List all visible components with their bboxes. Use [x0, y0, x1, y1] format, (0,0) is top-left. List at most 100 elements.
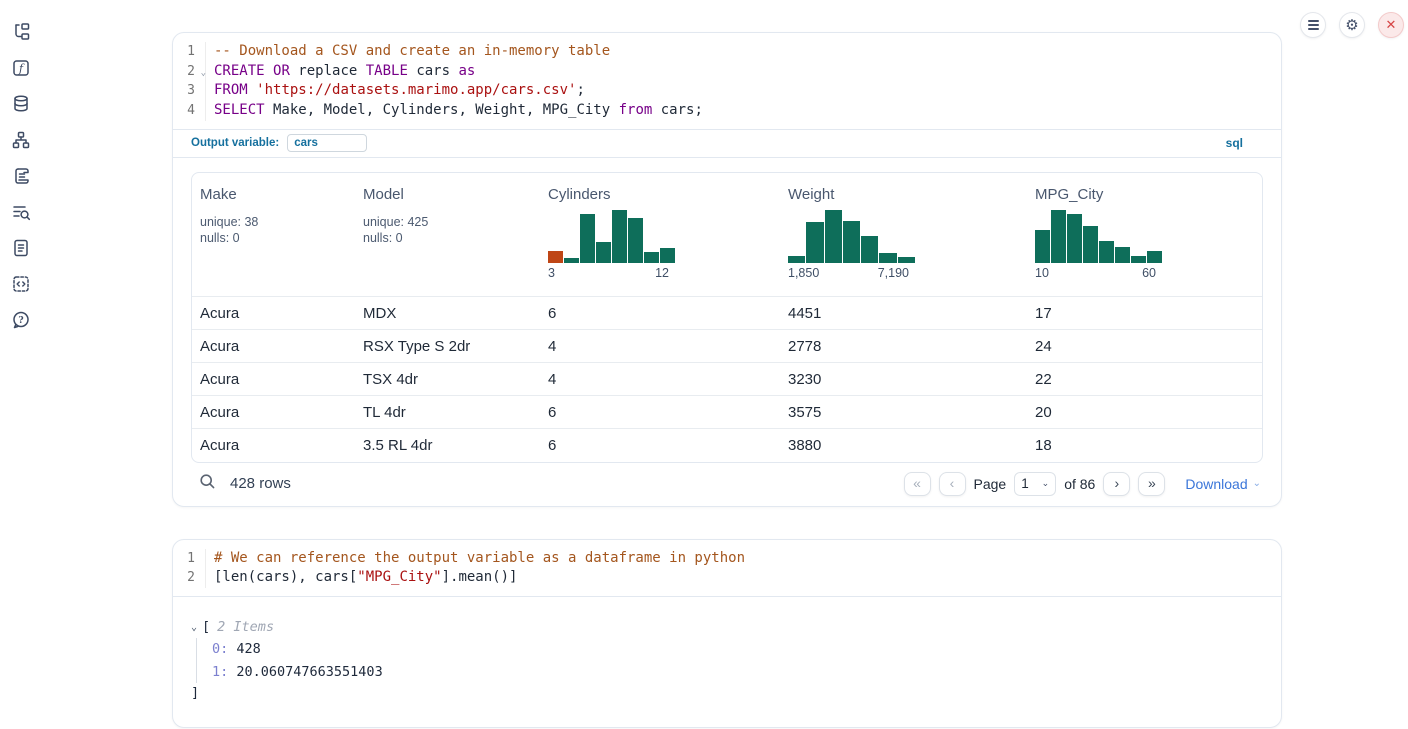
histogram-bar[interactable] — [612, 210, 627, 263]
histogram-bar[interactable] — [1147, 251, 1162, 263]
column-name: Weight — [788, 173, 1019, 203]
histogram-bar[interactable] — [1067, 214, 1082, 263]
code-line[interactable]: 3 FROM 'https://datasets.marimo.app/cars.… — [173, 81, 1281, 101]
table-cell: 3880 — [780, 429, 1027, 462]
sidebar: f ? — [10, 22, 32, 330]
histogram-bar[interactable] — [596, 242, 611, 263]
histogram-bar[interactable] — [788, 256, 805, 263]
histogram-bar[interactable] — [628, 218, 643, 263]
table-row[interactable]: AcuraTSX 4dr4323022 — [192, 363, 1262, 396]
list-entries: 0: 4281: 20.060747663551403 — [196, 638, 1263, 683]
next-page-button[interactable]: › — [1103, 472, 1130, 496]
sql-code-editor[interactable]: 1-- Download a CSV and create an in-memo… — [173, 33, 1281, 129]
svg-text:?: ? — [18, 316, 23, 326]
column-header[interactable]: Makeunique: 38nulls: 0 — [192, 173, 355, 297]
histogram-bar[interactable] — [660, 248, 675, 263]
column-stats: unique: 38nulls: 0 — [200, 214, 347, 247]
histogram-bar[interactable] — [548, 251, 563, 263]
table-cell: 18 — [1027, 429, 1262, 462]
table-cell: Acura — [192, 297, 355, 330]
histogram-bar[interactable] — [580, 214, 595, 263]
code-line[interactable]: 1# We can reference the output variable … — [173, 549, 1281, 569]
row-count: 428 rows — [230, 475, 291, 492]
table-cell: 3230 — [780, 363, 1027, 396]
database-icon[interactable] — [10, 94, 32, 114]
help-icon[interactable]: ? — [10, 310, 32, 330]
collapse-chevron-icon[interactable]: ⌄ — [191, 622, 197, 633]
table-cell: Acura — [192, 396, 355, 429]
line-number: 3 — [173, 81, 206, 101]
download-button[interactable]: Download ⌄ — [1185, 476, 1261, 492]
prev-page-button[interactable]: ‹ — [939, 472, 966, 496]
histogram-bar[interactable] — [1051, 210, 1066, 263]
histogram-axis: 1060 — [1035, 266, 1162, 280]
histogram-bar[interactable] — [861, 236, 878, 263]
table-cell: 20 — [1027, 396, 1262, 429]
histogram-bar[interactable] — [564, 258, 579, 263]
scratchpad-scroll-icon[interactable] — [10, 166, 32, 186]
page-total-label: of 86 — [1064, 476, 1095, 492]
table-cell: 4 — [540, 363, 780, 396]
first-page-button[interactable]: « — [904, 472, 931, 496]
histogram-bar[interactable] — [1115, 247, 1130, 263]
histogram-bar[interactable] — [898, 257, 915, 263]
histogram-bar[interactable] — [1099, 241, 1114, 263]
code-text: FROM 'https://datasets.marimo.app/cars.c… — [214, 81, 585, 101]
page-select[interactable]: 1 ⌄ — [1014, 472, 1056, 496]
list-value: 428 — [228, 641, 261, 657]
download-label: Download — [1185, 476, 1247, 492]
table-cell: 4451 — [780, 297, 1027, 330]
column-header[interactable]: Modelunique: 425nulls: 0 — [355, 173, 540, 297]
histogram-bar[interactable] — [825, 210, 842, 263]
table-footer: 428 rows « ‹ Page 1 ⌄ of 86 › » Download… — [191, 463, 1263, 505]
settings-button[interactable]: ⚙ — [1339, 12, 1365, 38]
language-badge[interactable]: sql — [1226, 136, 1243, 150]
column-histogram: 312 — [548, 210, 675, 280]
snippets-code-icon[interactable] — [10, 274, 32, 294]
table-cell: 3.5 RL 4dr — [355, 429, 540, 462]
chevron-down-icon: ⌄ — [1042, 478, 1050, 489]
file-explorer-icon[interactable] — [10, 22, 32, 42]
logs-search-icon[interactable] — [10, 202, 32, 222]
table-row[interactable]: AcuraMDX6445117 — [192, 297, 1262, 330]
table-cell: 6 — [540, 429, 780, 462]
menu-button[interactable] — [1300, 12, 1326, 38]
code-line[interactable]: 1-- Download a CSV and create an in-memo… — [173, 42, 1281, 62]
python-code-editor[interactable]: 1# We can reference the output variable … — [173, 540, 1281, 596]
histogram-bar[interactable] — [806, 222, 823, 263]
list-value: 20.060747663551403 — [228, 664, 382, 680]
line-number: 1 — [173, 42, 206, 62]
column-histogram: 1060 — [1035, 210, 1162, 280]
code-line[interactable]: 2[len(cars), cars["MPG_City"].mean()] — [173, 568, 1281, 588]
histogram-bar[interactable] — [843, 221, 860, 263]
table-header-row: Makeunique: 38nulls: 0Modelunique: 425nu… — [192, 173, 1262, 297]
documentation-icon[interactable] — [10, 238, 32, 258]
code-line[interactable]: 4SELECT Make, Model, Cylinders, Weight, … — [173, 101, 1281, 121]
pagination: « ‹ Page 1 ⌄ of 86 › » Download ⌄ — [904, 472, 1262, 496]
chevron-down-icon: ⌄ — [1253, 478, 1261, 489]
table-row[interactable]: AcuraTL 4dr6357520 — [192, 396, 1262, 429]
table-row[interactable]: AcuraRSX Type S 2dr4277824 — [192, 330, 1262, 363]
column-name: MPG_City — [1035, 173, 1254, 203]
sql-output-area: Makeunique: 38nulls: 0Modelunique: 425nu… — [173, 157, 1281, 506]
histogram-bar[interactable] — [1083, 226, 1098, 263]
dataframe-table: Makeunique: 38nulls: 0Modelunique: 425nu… — [191, 172, 1263, 463]
histogram-bar[interactable] — [644, 252, 659, 263]
output-variable-input[interactable] — [287, 134, 367, 152]
dependency-graph-icon[interactable] — [10, 130, 32, 150]
table-cell: MDX — [355, 297, 540, 330]
histogram-bar[interactable] — [879, 253, 896, 263]
column-header[interactable]: Cylinders312 — [540, 173, 780, 297]
code-line[interactable]: 2⌄CREATE OR replace TABLE cars as — [173, 62, 1281, 82]
histogram-bar[interactable] — [1035, 230, 1050, 263]
table-row[interactable]: Acura3.5 RL 4dr6388018 — [192, 429, 1262, 462]
search-icon[interactable] — [199, 473, 216, 495]
column-header[interactable]: MPG_City 1060 — [1027, 173, 1262, 297]
last-page-button[interactable]: » — [1138, 472, 1165, 496]
table-cell: Acura — [192, 429, 355, 462]
shutdown-button[interactable]: ✕ — [1378, 12, 1404, 38]
table-cell: 3575 — [780, 396, 1027, 429]
histogram-bar[interactable] — [1131, 256, 1146, 263]
column-header[interactable]: Weight1,8507,190 — [780, 173, 1027, 297]
functions-icon[interactable]: f — [10, 58, 32, 78]
